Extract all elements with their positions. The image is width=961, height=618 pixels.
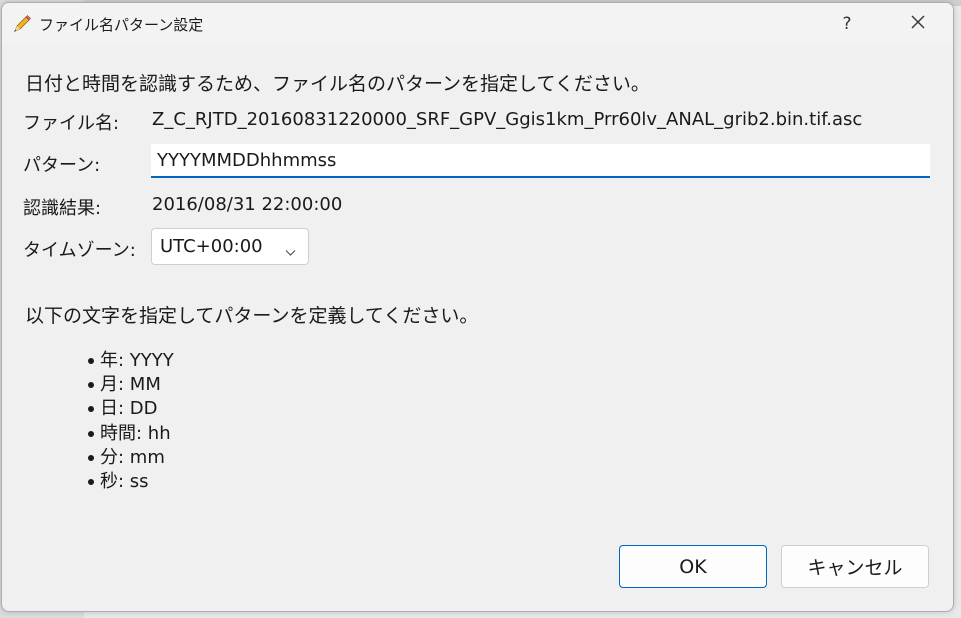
filename-label: ファイル名: [23,113,120,134]
pattern-rule-list: 年: YYYY 月: MM 日: DD 時間: hh 分: mm 秒: ss [86,349,174,494]
rule-month: 月: MM [100,374,161,396]
list-item: 時間: hh [86,422,174,446]
chevron-down-icon [285,242,296,256]
close-icon [910,14,926,35]
list-item: 年: YYYY [86,349,174,373]
bullet-icon [88,479,94,486]
close-button[interactable] [895,7,941,41]
list-item: 秒: ss [86,470,174,494]
list-item: 日: DD [86,397,174,421]
pattern-settings-dialog: ファイル名パターン設定 ? 日付と時間を認識するため、ファイル名のパターンを指定… [1,2,954,612]
help-button[interactable]: ? [824,7,870,41]
rule-hour: 時間: hh [100,422,171,444]
bullet-icon [88,454,94,461]
result-value: 2016/08/31 22:00:00 [152,194,343,215]
pattern-definition-text: 以下の文字を指定してパターンを定義してください。 [25,305,479,327]
bullet-icon [88,430,94,437]
bullet-icon [88,382,94,389]
rule-year: 年: YYYY [100,350,174,372]
pencil-icon [11,13,33,35]
bullet-icon [88,358,94,365]
filename-value: Z_C_RJTD_20160831220000_SRF_GPV_Ggis1km_… [152,109,863,130]
rule-day: 日: DD [100,398,158,420]
timezone-select[interactable]: UTC+00:00 [151,228,309,265]
pattern-label: パターン: [23,155,101,176]
cancel-button[interactable]: キャンセル [781,545,929,588]
timezone-value: UTC+00:00 [160,236,263,257]
bullet-icon [88,406,94,413]
list-item: 月: MM [86,373,174,397]
result-label: 認識結果: [23,198,102,219]
help-label: ? [842,14,852,34]
ok-button[interactable]: OK [619,545,767,588]
rule-minute: 分: mm [100,446,165,468]
window-title: ファイル名パターン設定 [39,16,204,34]
pattern-input[interactable] [151,144,930,178]
title-bar: ファイル名パターン設定 ? [2,3,953,45]
rule-second: 秒: ss [100,471,149,493]
timezone-label: タイムゾーン: [23,240,136,261]
list-item: 分: mm [86,446,174,470]
instruction-text: 日付と時間を認識するため、ファイル名のパターンを指定してください。 [25,73,650,95]
